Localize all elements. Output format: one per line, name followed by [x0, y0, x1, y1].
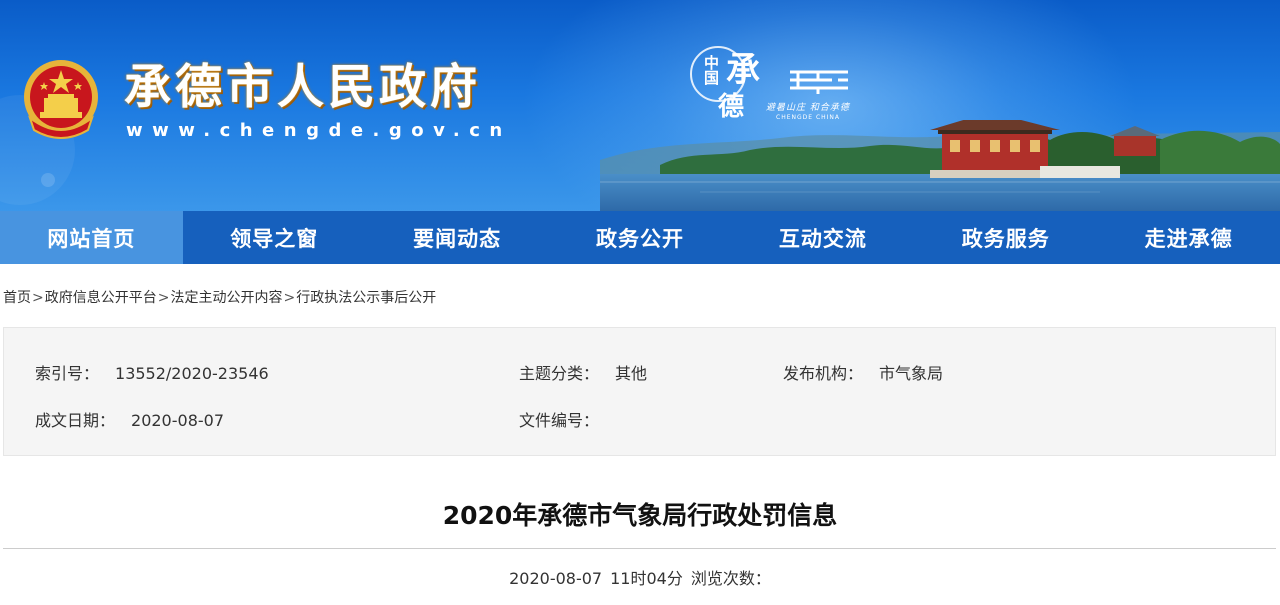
- publisher: 发布机构： 市气象局: [783, 360, 943, 384]
- nav-news[interactable]: 要闻动态: [366, 211, 549, 264]
- publish-time: 11时04分: [610, 569, 683, 588]
- document-number-label: 文件编号：: [519, 411, 600, 430]
- view-count-label: 浏览次数：: [690, 569, 771, 588]
- breadcrumb-home[interactable]: 首页: [3, 290, 31, 306]
- nav-gov-affairs-open[interactable]: 政务公开: [549, 211, 732, 264]
- site-url: www.chengde.gov.cn: [126, 120, 512, 141]
- breadcrumb-enforcement-disclosure[interactable]: 行政执法公示事后公开: [296, 290, 436, 306]
- document-date: 成文日期： 2020-08-07: [35, 407, 224, 431]
- chengde-city-logo: 中国 承 德 避暑山庄 和合承德 CHENGDE CHINA: [690, 40, 890, 130]
- main-nav: 网站首页 领导之窗 要闻动态 政务公开 互动交流 政务服务 走进承德: [0, 211, 1280, 264]
- index-number: 索引号： 13552/2020-23546: [35, 360, 269, 384]
- title-divider: [3, 548, 1276, 549]
- site-banner: 承德市人民政府 www.chengde.gov.cn 中国 承 德 避暑山庄 和…: [0, 0, 1280, 211]
- logo-cheng: 承: [726, 50, 760, 90]
- logo-english: CHENGDE CHINA: [776, 114, 841, 121]
- document-date-value: 2020-08-07: [131, 411, 224, 430]
- logo-zhongguo: 中国: [704, 54, 720, 87]
- index-number-label: 索引号：: [35, 364, 100, 383]
- breadcrumb-separator: >: [157, 290, 170, 306]
- breadcrumb-info-platform[interactable]: 政府信息公开平台: [45, 290, 157, 306]
- nav-leaders[interactable]: 领导之窗: [183, 211, 366, 264]
- nav-gov-services[interactable]: 政务服务: [914, 211, 1097, 264]
- topic-category: 主题分类： 其他: [519, 360, 647, 384]
- nav-about-chengde[interactable]: 走进承德: [1097, 211, 1280, 264]
- site-title[interactable]: 承德市人民政府: [124, 60, 481, 116]
- topic-category-value: 其他: [615, 364, 648, 383]
- nav-home[interactable]: 网站首页: [0, 211, 183, 264]
- breadcrumb-statutory-content[interactable]: 法定主动公开内容: [170, 290, 282, 306]
- publisher-value: 市气象局: [879, 364, 944, 383]
- publish-date: 2020-08-07: [509, 569, 603, 588]
- breadcrumb-separator: >: [32, 290, 44, 306]
- logo-de: 德: [718, 92, 745, 122]
- logo-pattern-icon: [790, 70, 848, 94]
- national-emblem-icon: [24, 60, 98, 139]
- topic-category-label: 主题分类：: [519, 364, 600, 383]
- logo-slogan: 避暑山庄 和合承德: [766, 103, 850, 113]
- document-date-label: 成文日期：: [35, 411, 116, 430]
- article-meta: 2020-08-07 11时04分 浏览次数：: [0, 565, 1280, 589]
- breadcrumb: 首页>政府信息公开平台>法定主动公开内容>行政执法公示事后公开: [3, 287, 436, 307]
- article-title: 2020年承德市气象局行政处罚信息: [442, 501, 838, 530]
- chengde-scenery-image: [600, 120, 1280, 211]
- document-info-panel: 索引号： 13552/2020-23546 主题分类： 其他 发布机构： 市气象局 成…: [3, 327, 1276, 456]
- document-number: 文件编号：: [519, 407, 615, 431]
- breadcrumb-separator: >: [283, 290, 296, 306]
- index-number-value: 13552/2020-23546: [115, 364, 269, 383]
- publisher-label: 发布机构：: [783, 364, 864, 383]
- nav-interaction[interactable]: 互动交流: [731, 211, 914, 264]
